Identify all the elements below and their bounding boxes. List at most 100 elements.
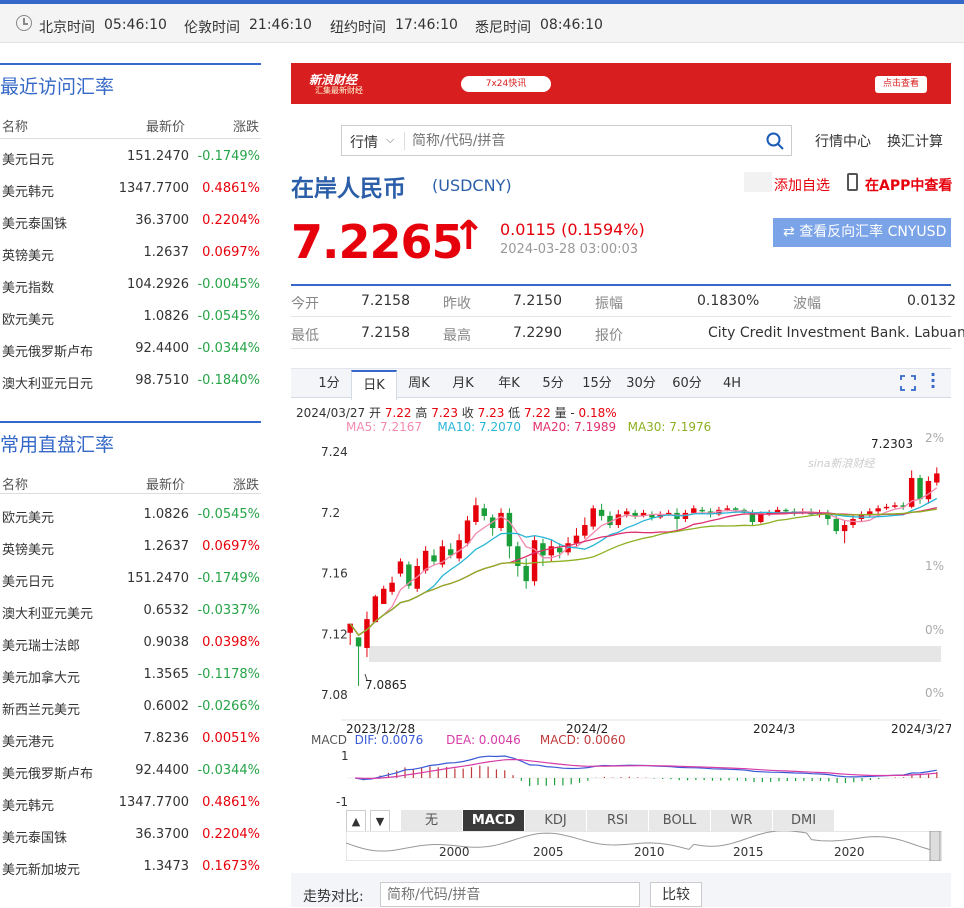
tab-60分[interactable]: 60分 <box>664 370 710 398</box>
rate-name[interactable]: 澳大利亚元美元 <box>2 603 93 622</box>
ad-banner[interactable]: 新浪财经 汇集最新财经 7x24快讯 点击查看 <box>291 63 951 104</box>
rate-name[interactable]: 美元俄罗斯卢布 <box>2 763 93 782</box>
rate-name[interactable]: 新西兰元美元 <box>2 699 80 718</box>
macd-value: MACD: 0.0060 <box>539 733 626 747</box>
fullscreen-icon[interactable] <box>900 375 916 391</box>
rate-row[interactable]: 英镑美元 1.2637 0.0697% <box>0 530 261 562</box>
compare-input[interactable] <box>380 882 640 907</box>
tab-30分[interactable]: 30分 <box>619 370 663 398</box>
rate-row[interactable]: 澳大利亚元日元 98.7510 -0.1840% <box>0 364 261 396</box>
tab-日K[interactable]: 日K <box>351 370 397 400</box>
rate-row[interactable]: 美元韩元 1347.7700 0.4861% <box>0 172 261 204</box>
indicator-tab-RSI[interactable]: RSI <box>587 810 649 832</box>
tab-年K[interactable]: 年K <box>487 370 531 398</box>
rate-name[interactable]: 澳大利亚元日元 <box>2 373 93 392</box>
kline-chart[interactable]: 7.24 7.2 7.16 7.12 7.08 2% 1% 0% 0% sina新浪财经 7.230… <box>291 430 951 740</box>
candle-body <box>632 512 638 516</box>
indicator-tab-KDJ[interactable]: KDJ <box>525 810 587 832</box>
quoter-label: 报价 <box>595 328 623 344</box>
tab-5分[interactable]: 5分 <box>531 370 575 398</box>
add-watch-button[interactable]: 添加自选 <box>774 175 830 195</box>
rate-name[interactable]: 美元新加坡元 <box>2 859 80 878</box>
fx-calculator-link[interactable]: 换汇计算 <box>887 131 943 151</box>
high-value: 7.2290 <box>513 325 562 341</box>
rate-name[interactable]: 美元加拿大元 <box>2 667 80 686</box>
common-title: 常用直盘汇率 <box>0 434 115 456</box>
tab-周K[interactable]: 周K <box>397 370 441 398</box>
indicator-tab-WR[interactable]: WR <box>711 810 773 832</box>
rate-row[interactable]: 新西兰元美元 0.6002 -0.0266% <box>0 690 261 722</box>
reverse-rate-button[interactable]: ⇄ 查看反向汇率 CNYUSD <box>773 218 951 247</box>
navigator-year-label: 2010 <box>634 845 665 859</box>
macd-chart[interactable]: 1 -1 <box>291 748 951 808</box>
candle-body <box>573 535 580 544</box>
range-navigator[interactable]: 2000 2005 2010 2015 2020 <box>346 831 942 861</box>
rate-row[interactable]: 美元泰国铢 36.3700 0.2204% <box>0 818 261 850</box>
candle-body <box>431 555 437 562</box>
instrument-name: 在岸人民币 <box>291 176 406 202</box>
common-divider <box>0 421 261 423</box>
tab-1分[interactable]: 1分 <box>312 370 346 398</box>
compare-button[interactable]: 比较 <box>650 882 702 907</box>
open-in-app-button[interactable]: 在APP中查看 <box>865 175 952 195</box>
rate-row[interactable]: 欧元美元 1.0826 -0.0545% <box>0 498 261 530</box>
candle-body <box>347 623 353 633</box>
rate-name[interactable]: 美元日元 <box>2 149 54 168</box>
rate-name[interactable]: 英镑美元 <box>2 245 54 264</box>
rate-name[interactable]: 美元泰国铢 <box>2 213 67 232</box>
rate-row[interactable]: 美元韩元 1347.7700 0.4861% <box>0 786 261 818</box>
tab-15分[interactable]: 15分 <box>575 370 619 398</box>
rate-row[interactable]: 美元泰国铢 36.3700 0.2204% <box>0 204 261 236</box>
indicator-tab-无[interactable]: 无 <box>401 810 463 832</box>
navigator-handle[interactable] <box>929 831 941 861</box>
tab-4H[interactable]: 4H <box>712 370 752 398</box>
rate-row[interactable]: 美元日元 151.2470 -0.1749% <box>0 562 261 594</box>
rate-row[interactable]: 美元加拿大元 1.3565 -0.1178% <box>0 658 261 690</box>
more-icon[interactable]: · · · <box>930 367 936 395</box>
indicator-tab-MACD[interactable]: MACD <box>463 810 525 832</box>
rate-name[interactable]: 美元韩元 <box>2 181 54 200</box>
rate-name[interactable]: 美元日元 <box>2 571 54 590</box>
add-watch-icon[interactable] <box>744 172 772 192</box>
rate-name[interactable]: 美元韩元 <box>2 795 54 814</box>
rate-name[interactable]: 欧元美元 <box>2 507 54 526</box>
search-input[interactable] <box>412 129 752 152</box>
ma30-line <box>349 508 937 636</box>
rate-row[interactable]: 美元日元 151.2470 -0.1749% <box>0 140 261 172</box>
world-clock-bar: 北京时间 05:46:10 伦敦时间 21:46:10 纽约时间 17:46:1… <box>0 4 964 43</box>
rate-name[interactable]: 美元港元 <box>2 731 54 750</box>
candle-body <box>389 582 395 592</box>
rate-row[interactable]: 美元港元 7.8236 0.0051% <box>0 722 261 754</box>
rate-row[interactable]: 美元新加坡元 1.3473 0.1673% <box>0 850 261 882</box>
scroll-down-button[interactable]: ▼ <box>370 810 390 832</box>
scroll-up-button[interactable]: ▲ <box>346 810 366 832</box>
ad-cta-button[interactable]: 点击查看 <box>875 76 927 93</box>
clock-sydney-time: 08:46:10 <box>540 17 603 33</box>
chevron-down-icon[interactable]: ⌵ <box>386 133 394 147</box>
ohlc-close-label: 收 <box>461 406 474 420</box>
candle-body <box>925 481 932 500</box>
indicator-tab-BOLL[interactable]: BOLL <box>649 810 711 832</box>
ohlc-open: 7.22 <box>384 406 412 420</box>
indicator-tab-DMI[interactable]: DMI <box>773 810 835 832</box>
rate-name[interactable]: 美元泰国铢 <box>2 827 67 846</box>
market-select[interactable]: 行情 <box>350 132 378 152</box>
rate-row[interactable]: 澳大利亚元美元 0.6532 -0.0337% <box>0 594 261 626</box>
candle-body <box>758 514 764 522</box>
candle-body <box>523 566 529 582</box>
candle-body <box>582 525 588 536</box>
tab-月K[interactable]: 月K <box>441 370 485 398</box>
rate-row[interactable]: 美元俄罗斯卢布 92.4400 -0.0344% <box>0 754 261 786</box>
rate-price: 0.6002 <box>143 699 190 714</box>
rate-row[interactable]: 美元瑞士法郎 0.9038 0.0398% <box>0 626 261 658</box>
candle-body <box>540 543 546 556</box>
rate-price: 151.2470 <box>126 149 189 164</box>
rate-price: 1.0826 <box>143 507 190 522</box>
rate-name[interactable]: 美元瑞士法郎 <box>2 635 80 654</box>
rate-price: 7.8236 <box>143 731 190 746</box>
market-center-link[interactable]: 行情中心 <box>815 131 871 151</box>
rate-name[interactable]: 英镑美元 <box>2 539 54 558</box>
search-icon[interactable] <box>766 132 784 150</box>
rate-row[interactable]: 英镑美元 1.2637 0.0697% <box>0 236 261 268</box>
rate-price: 1.3565 <box>143 667 190 682</box>
